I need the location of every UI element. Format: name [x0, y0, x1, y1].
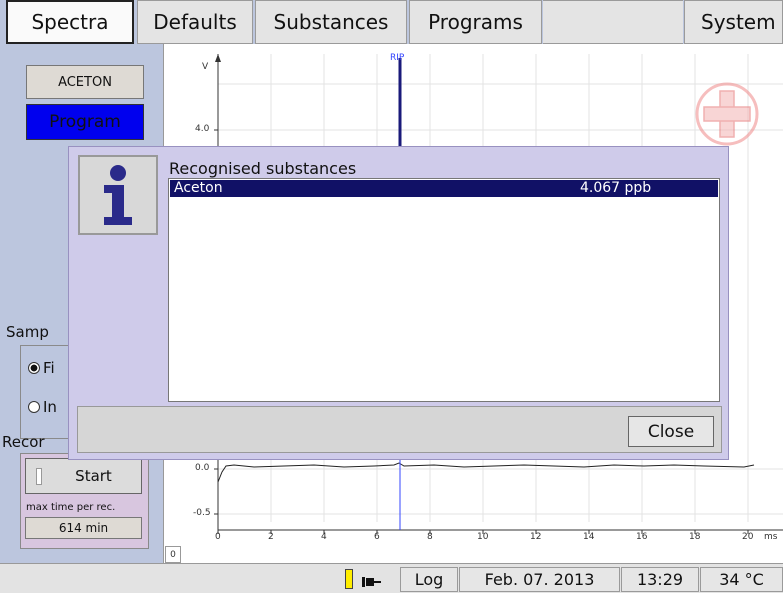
x-tick-label: 2: [268, 532, 274, 542]
x-tick-label: 10: [477, 532, 489, 542]
x-tick-label: 12: [530, 532, 542, 542]
start-button-label: Start: [75, 467, 112, 485]
plug-icon: [362, 573, 384, 587]
record-checkbox-icon: [36, 468, 42, 485]
substance-value: 4.067 ppb: [580, 180, 652, 196]
status-bar: Log Feb. 07. 2013 13:29 34 °C: [0, 563, 783, 593]
x-tick-label: 14: [583, 532, 595, 542]
x-tick-label: 8: [427, 532, 433, 542]
tab-system[interactable]: System: [684, 0, 783, 44]
x-tick-label: 4: [321, 532, 327, 542]
x-tick-label: 0: [215, 532, 221, 542]
add-circle-icon[interactable]: [695, 82, 759, 146]
tab-substances[interactable]: Substances: [255, 0, 407, 44]
temperature-display: 34 °C: [700, 567, 783, 592]
peak-label: RIP: [390, 53, 405, 63]
y-tick-label: 4.0: [195, 124, 210, 134]
max-time-value[interactable]: 614 min: [25, 517, 142, 539]
dialog-button-bar: Close: [77, 406, 722, 453]
start-button[interactable]: Start: [25, 458, 142, 494]
tab-bar-filler: [543, 0, 683, 44]
spectrum-trace: [217, 462, 755, 483]
max-time-label: max time per rec.: [26, 502, 116, 513]
chart-corner-value: 0: [165, 546, 181, 563]
list-item[interactable]: Aceton 4.067 ppb: [170, 180, 718, 197]
substance-list[interactable]: Aceton 4.067 ppb: [168, 178, 720, 402]
dialog-title: Recognised substances: [169, 159, 357, 178]
x-tick-label: 20: [742, 532, 754, 542]
x-tick-label: 16: [636, 532, 648, 542]
radio-interval-label: In: [43, 398, 57, 416]
y-tick-label: -0.5: [193, 508, 211, 518]
battery-indicator-icon: [345, 569, 353, 589]
radio-interval[interactable]: In: [28, 398, 57, 416]
record-label: Recor: [2, 433, 45, 451]
close-button[interactable]: Close: [628, 416, 714, 447]
x-tick-label: 6: [374, 532, 380, 542]
time-display: 13:29: [621, 567, 699, 592]
radio-fixed[interactable]: Fi: [28, 359, 55, 377]
y-axis-label: V: [202, 62, 209, 72]
log-button[interactable]: Log: [400, 567, 458, 592]
tab-defaults[interactable]: Defaults: [137, 0, 253, 44]
info-icon: [78, 155, 158, 235]
program-button[interactable]: Program: [26, 104, 144, 140]
y-axis-arrow: [215, 54, 221, 62]
x-tick-label: 18: [689, 532, 701, 542]
y-tick-label: 0.0: [195, 463, 210, 473]
radio-unselected-icon: [28, 401, 40, 413]
substance-button[interactable]: ACETON: [26, 65, 144, 99]
tab-programs[interactable]: Programs: [409, 0, 542, 44]
substance-name: Aceton: [174, 180, 223, 196]
x-unit-label: ms: [764, 532, 778, 542]
radio-fixed-label: Fi: [43, 359, 55, 377]
date-display: Feb. 07. 2013: [459, 567, 620, 592]
radio-selected-icon: [28, 362, 40, 374]
tab-spectra[interactable]: Spectra: [6, 0, 134, 44]
recognised-substances-dialog: Recognised substances Aceton 4.067 ppb C…: [68, 146, 729, 460]
sample-label: Samp: [6, 323, 49, 341]
